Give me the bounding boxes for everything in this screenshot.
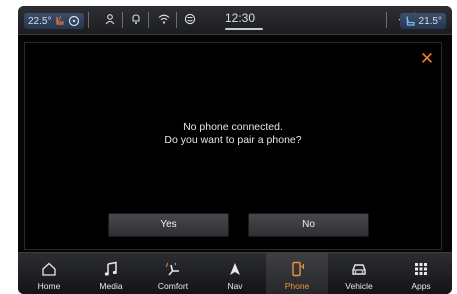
driver-temp: 22.5°	[28, 15, 52, 27]
music-note-icon	[104, 261, 117, 276]
clock-underline	[225, 28, 263, 30]
heated-seat-icon	[56, 15, 65, 25]
seat-climate-icon	[166, 262, 179, 276]
pair-phone-dialog: ✕ No phone connected. Do you want to pai…	[24, 42, 442, 250]
status-divider	[122, 12, 123, 28]
clock[interactable]: 12:30	[225, 11, 255, 25]
driver-status[interactable]	[184, 13, 196, 25]
nav-item-home[interactable]: Home	[18, 253, 80, 294]
phone-icon	[292, 261, 304, 277]
dialog-message-line-2: Do you want to pair a phone?	[164, 134, 302, 146]
grid-icon	[415, 263, 427, 275]
driver-climate-control[interactable]: 22.5°	[24, 13, 85, 29]
yes-button[interactable]: Yes	[108, 213, 229, 237]
bottom-nav: Home Media Comfort Nav Phone Vehicle App…	[18, 252, 452, 294]
profile-button[interactable]	[104, 13, 116, 25]
nav-label-vehicle: Vehicle	[345, 281, 373, 291]
passenger-temp: 21.5°	[418, 15, 442, 27]
nav-item-comfort[interactable]: Comfort	[142, 253, 204, 294]
close-icon: ✕	[419, 49, 435, 68]
status-divider	[176, 12, 177, 28]
passenger-climate-control[interactable]: 21.5°	[399, 13, 446, 29]
close-button[interactable]: ✕	[419, 49, 435, 68]
nav-label-phone: Phone	[284, 281, 310, 291]
home-icon	[42, 262, 56, 276]
seat-icon	[405, 16, 415, 26]
status-bar: 22.5° 12:30 21.5°	[18, 6, 452, 35]
car-icon	[352, 264, 366, 275]
dialog-message: No phone connected. Do you want to pair …	[25, 121, 441, 147]
nav-item-nav[interactable]: Nav	[204, 253, 266, 294]
nav-item-phone[interactable]: Phone	[266, 253, 328, 294]
navigation-arrow-icon	[230, 263, 240, 275]
notifications-button[interactable]	[130, 13, 142, 25]
infotainment-screen: 22.5° 12:30 21.5° ✕ No phone connected. …	[0, 0, 457, 294]
nav-label-nav: Nav	[227, 281, 243, 291]
nav-label-home: Home	[37, 281, 61, 291]
nav-label-media: Media	[99, 281, 123, 291]
steering-wheel-heat-icon	[69, 15, 80, 27]
status-divider	[148, 12, 149, 28]
driver-face-icon	[184, 13, 196, 25]
nav-item-vehicle[interactable]: Vehicle	[328, 253, 390, 294]
nav-label-comfort: Comfort	[157, 281, 189, 291]
no-button[interactable]: No	[248, 213, 369, 237]
display-frame: 22.5° 12:30 21.5° ✕ No phone connected. …	[18, 6, 452, 294]
nav-item-media[interactable]: Media	[80, 253, 142, 294]
user-icon	[105, 14, 115, 25]
nav-item-apps[interactable]: Apps	[390, 253, 452, 294]
bell-icon	[132, 14, 140, 24]
wifi-status[interactable]	[158, 13, 170, 25]
status-divider	[386, 12, 387, 28]
dialog-message-line-1: No phone connected.	[183, 121, 283, 133]
status-divider	[88, 12, 89, 28]
wifi-icon	[158, 14, 170, 24]
nav-label-apps: Apps	[411, 281, 431, 291]
